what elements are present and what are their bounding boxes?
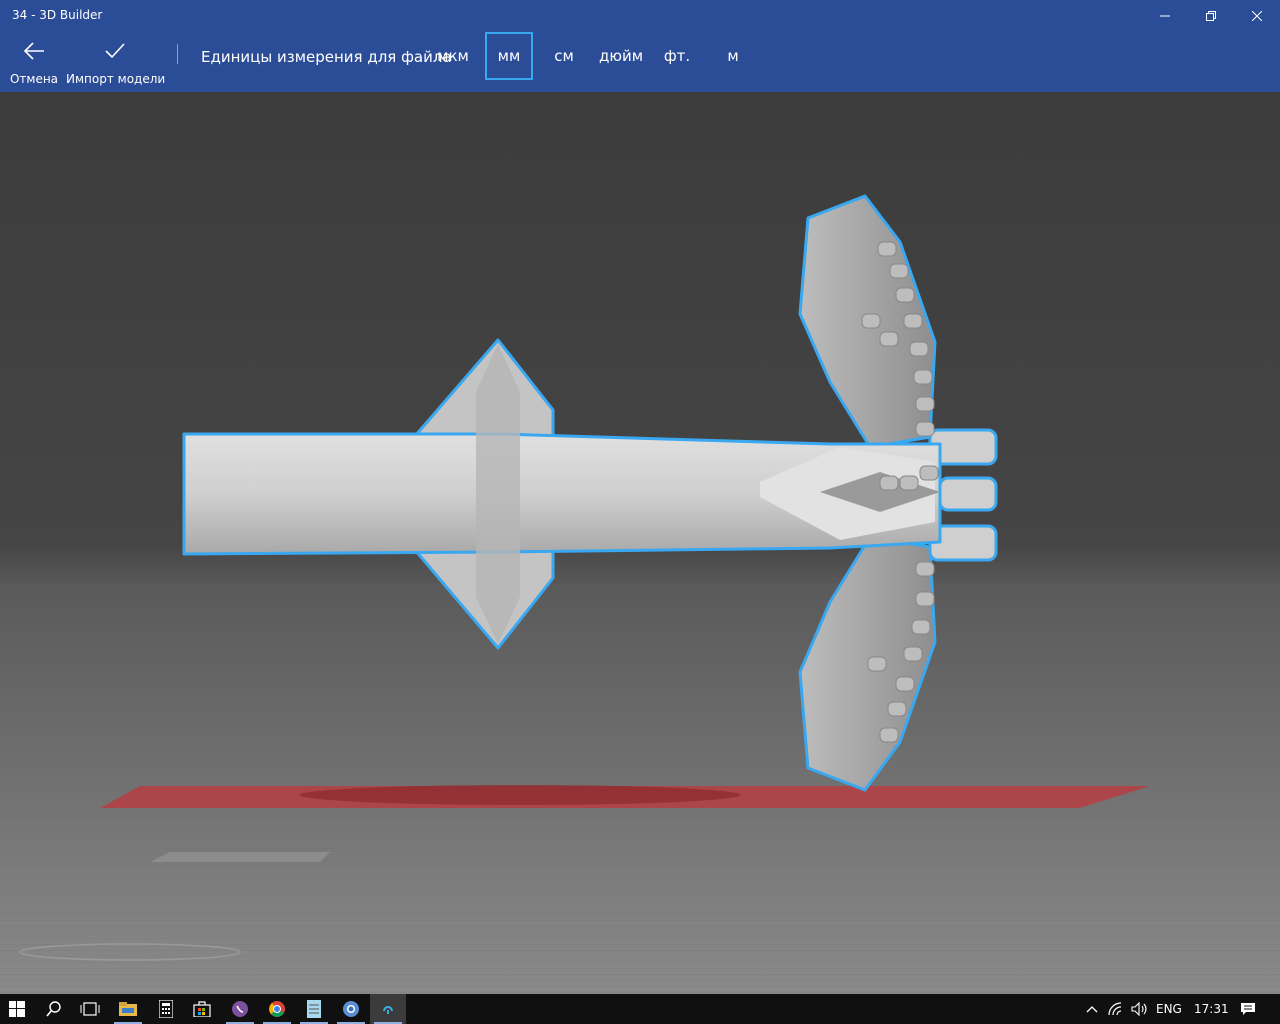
start-icon[interactable] [5, 997, 29, 1021]
input-language-indicator[interactable]: ENG [1156, 1002, 1182, 1016]
store-icon[interactable] [190, 997, 214, 1021]
window-title: 34 - 3D Builder [12, 8, 103, 22]
arrow-left-icon [23, 42, 44, 60]
close-icon [1252, 11, 1262, 21]
search-icon[interactable] [42, 997, 66, 1021]
command-bar: Отмена Импорт модели Единицы измерения д… [0, 32, 1280, 92]
minimize-button[interactable] [1142, 0, 1188, 32]
checkmark-icon [105, 43, 125, 59]
import-model-label: Импорт модели [66, 72, 166, 86]
action-center-icon[interactable] [1236, 997, 1260, 1021]
taskbar: ENG 17:31 [0, 994, 1280, 1024]
model-shadow [300, 785, 740, 805]
network-wifi-icon[interactable] [1105, 997, 1129, 1021]
3d-viewport[interactable] [0, 92, 1280, 994]
notepad-icon[interactable] [302, 997, 326, 1021]
cancel-label: Отмена [9, 72, 59, 86]
3d-builder-icon[interactable] [376, 997, 400, 1021]
viber-icon[interactable] [228, 997, 252, 1021]
file-explorer-icon[interactable] [116, 997, 140, 1021]
calculator-icon[interactable] [154, 997, 178, 1021]
volume-icon[interactable] [1128, 997, 1152, 1021]
ground-grid [0, 562, 1280, 994]
unit-option-um[interactable]: мкм [430, 32, 476, 80]
title-bar: 34 - 3D Builder [0, 0, 1280, 32]
task-view-icon[interactable] [78, 997, 102, 1021]
unit-option-inch[interactable]: дюйм [594, 32, 648, 80]
unit-option-mm[interactable]: мм [485, 32, 533, 80]
import-model-button[interactable]: Импорт модели [66, 32, 166, 92]
chromium-icon[interactable] [339, 997, 363, 1021]
unit-option-ft[interactable]: фт. [658, 32, 696, 80]
command-separator [177, 44, 178, 64]
floor-reflection [150, 852, 330, 862]
cancel-button[interactable]: Отмена [6, 32, 62, 92]
clock[interactable]: 17:31 [1194, 1002, 1229, 1016]
close-button[interactable] [1234, 0, 1280, 32]
model-nozzle-mid [938, 476, 998, 512]
unit-option-m[interactable]: м [716, 32, 750, 80]
restore-icon [1206, 11, 1216, 21]
unit-option-cm[interactable]: см [544, 32, 584, 80]
app-window: 34 - 3D Builder Отмена Импорт модели Еди… [0, 0, 1280, 1024]
chrome-icon[interactable] [265, 997, 289, 1021]
restore-button[interactable] [1188, 0, 1234, 32]
show-hidden-icons-chevron-up-icon[interactable] [1080, 997, 1104, 1021]
units-label: Единицы измерения для файла [201, 48, 452, 66]
minimize-icon [1160, 15, 1170, 17]
